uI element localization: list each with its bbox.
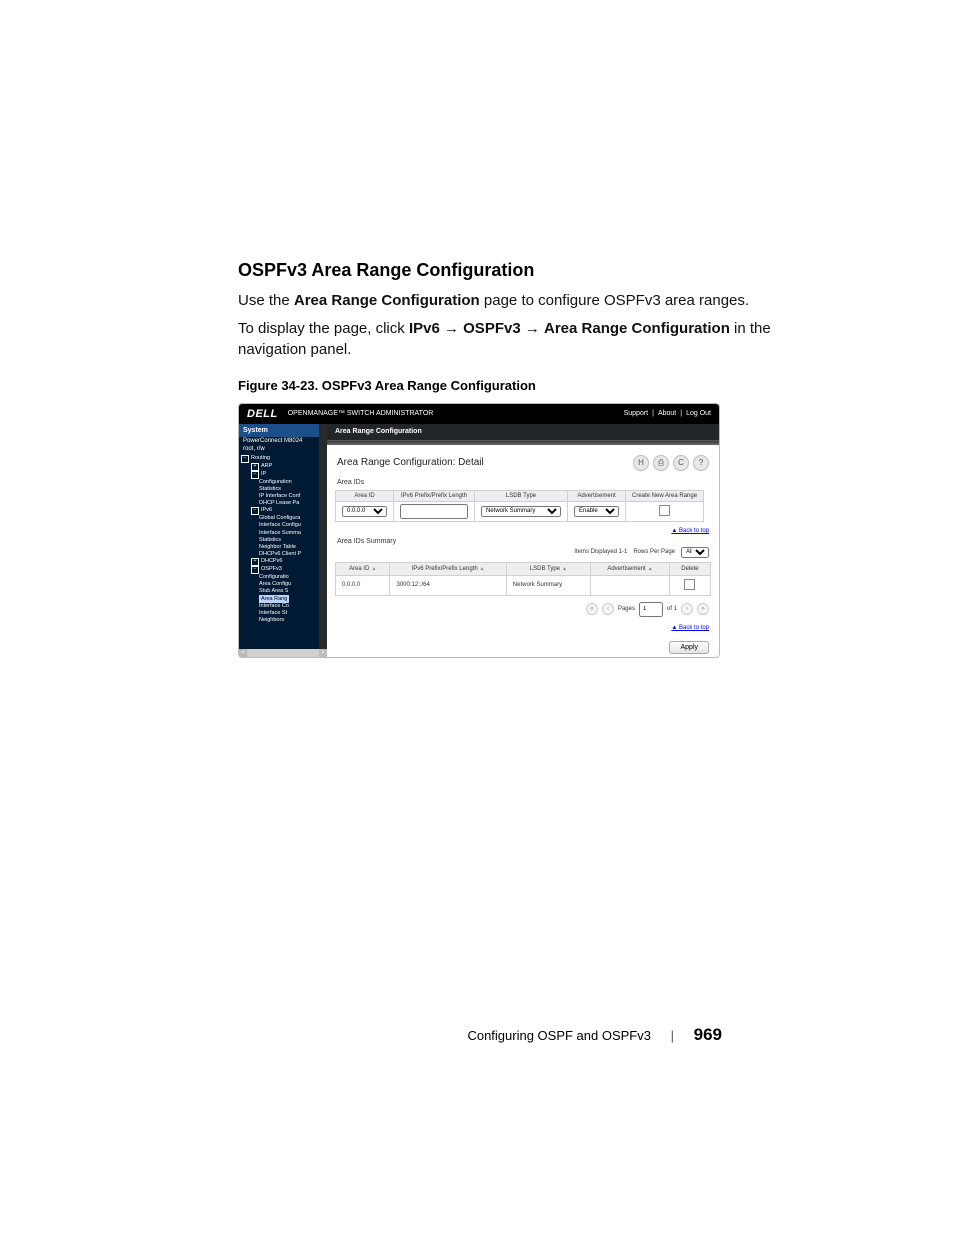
section-label-summary: Area IDs Summary [327,536,719,547]
col-create: Create New Area Range [626,490,704,501]
nav-tree[interactable]: System PowerConnect M8024 root, r/w −Rou… [239,424,327,657]
apply-button[interactable]: Apply [669,641,709,654]
delete-checkbox[interactable] [684,579,695,590]
nav-item[interactable]: Interface St [259,610,287,616]
section-heading: OSPFv3 Area Range Configuration [238,260,836,281]
footer-section: Configuring OSPF and OSPFv3 [467,1028,651,1043]
pages-of: of 1 [667,606,677,612]
col-lsdb[interactable]: LSDB Type▲ [506,562,590,575]
page-last-icon[interactable]: » [697,603,709,615]
paragraph-2: To display the page, click IPv6 → OSPFv3… [238,319,836,360]
nav-device: PowerConnect M8024 [239,437,327,445]
col-adv[interactable]: Advertisement▲ [591,562,670,575]
table-row: 0.0.0.0 3000:12::/64 Network Summary [336,575,711,595]
help-icon[interactable]: ? [693,455,709,471]
text: page to configure OSPFv3 area ranges. [480,292,749,309]
col-area-id: Area ID [336,490,394,501]
nav-item[interactable]: IP Interface Conf [259,493,300,499]
paragraph-1: Use the Area Range Configuration page to… [238,291,836,311]
cell-lsdb: Network Summary [506,575,590,595]
section-label-areaids: Area IDs [327,477,719,488]
col-adv: Advertisement [568,490,626,501]
items-displayed: Items Displayed 1-1 [574,549,627,555]
nav-hscrollbar[interactable]: <> [239,649,327,657]
col-prefix[interactable]: IPv6 Prefix/Prefix Length▲ [390,562,506,575]
page-number: 969 [694,1025,722,1044]
prefix-input[interactable] [400,504,468,519]
text: To display the page, click [238,320,409,337]
nav-item[interactable]: Area Configu [259,581,291,587]
rows-per-page-select[interactable]: All [681,547,709,558]
pages-label: Pages [618,606,635,612]
save-icon[interactable]: H [633,455,649,471]
page-prev-icon[interactable]: ‹ [602,603,614,615]
nav-item[interactable]: Routing [251,455,270,461]
nav-item[interactable]: Configuration [259,479,292,485]
arrow: → [440,320,463,337]
area-ids-table: Area ID IPv6 Prefix/Prefix Length LSDB T… [335,490,704,522]
page-first-icon[interactable]: « [586,603,598,615]
nav-item[interactable]: Interface Co [259,603,289,609]
about-link[interactable]: About [658,410,676,417]
nav-user: root, r/w [239,445,327,453]
create-checkbox[interactable] [659,505,670,516]
nav-heading: System [239,424,327,437]
nav-item[interactable]: Stub Area S [259,588,288,594]
cell-area-id: 0.0.0.0 [336,575,390,595]
nav-item-selected[interactable]: Area Rang [259,595,289,603]
nav-item[interactable]: DHCPv6 [261,558,282,564]
arrow: → [521,320,544,337]
nav-item[interactable]: OSPFv3 [261,566,282,572]
rows-per-page-label: Rows Per Page [633,549,675,555]
lsdb-select[interactable]: Network Summary [481,506,561,517]
page-footer: Configuring OSPF and OSPFv3 | 969 [0,1025,954,1045]
back-to-top-link[interactable]: ▲ Back to top [671,528,709,534]
col-lsdb: LSDB Type [475,490,568,501]
nav-item[interactable]: Neighbor Table [259,544,296,550]
nav-item[interactable]: IP [261,471,266,477]
support-link[interactable]: Support [624,410,649,417]
nav-step: OSPFv3 [463,320,521,337]
cell-prefix: 3000:12::/64 [390,575,506,595]
nav-item[interactable]: IPv6 [261,507,272,513]
logout-link[interactable]: Log Out [686,410,711,417]
page-title: Area Range Configuration: Detail [337,457,484,468]
nav-item[interactable]: Neighbors [259,617,284,623]
nav-item[interactable]: DHCP Lease Pa [259,500,299,506]
screenshot: DELL OPENMANAGE™ SWITCH ADMINISTRATOR Su… [238,403,720,658]
summary-table: Area ID▲ IPv6 Prefix/Prefix Length▲ LSDB… [335,562,711,596]
nav-item[interactable]: Configuratio [259,574,289,580]
top-bar: DELL OPENMANAGE™ SWITCH ADMINISTRATOR Su… [239,404,719,424]
refresh-icon[interactable]: C [673,455,689,471]
main-pane: Area Range Configuration Area Range Conf… [327,424,719,657]
nav-item[interactable]: Global Configura [259,515,300,521]
col-area-id[interactable]: Area ID▲ [336,562,390,575]
term: Area Range Configuration [294,292,480,309]
nav-item[interactable]: Statistics [259,537,281,543]
print-icon[interactable]: ⎙ [653,455,669,471]
nav-item[interactable]: ARP [261,463,272,469]
nav-vscrollbar[interactable] [319,424,327,657]
page-next-icon[interactable]: › [681,603,693,615]
nav-item[interactable]: Interface Summa [259,530,301,536]
dell-logo: DELL [247,408,278,420]
nav-step: Area Range Configuration [544,320,730,337]
back-to-top-link[interactable]: ▲ Back to top [671,625,709,631]
col-prefix: IPv6 Prefix/Prefix Length [394,490,475,501]
col-delete: Delete [669,562,710,575]
page-input[interactable] [639,602,663,617]
figure-caption: Figure 34-23. OSPFv3 Area Range Configur… [238,378,836,393]
product-name: OPENMANAGE™ SWITCH ADMINISTRATOR [288,410,434,417]
area-id-select[interactable]: 0.0.0.0 [342,506,387,517]
nav-item[interactable]: Statistics [259,486,281,492]
adv-select[interactable]: Enable [574,506,619,517]
nav-step: IPv6 [409,320,440,337]
nav-item[interactable]: Interface Configu [259,522,301,528]
text: Use the [238,292,294,309]
breadcrumb-bar: Area Range Configuration [327,424,719,441]
nav-item[interactable]: DHCPv6 Client P [259,551,301,557]
